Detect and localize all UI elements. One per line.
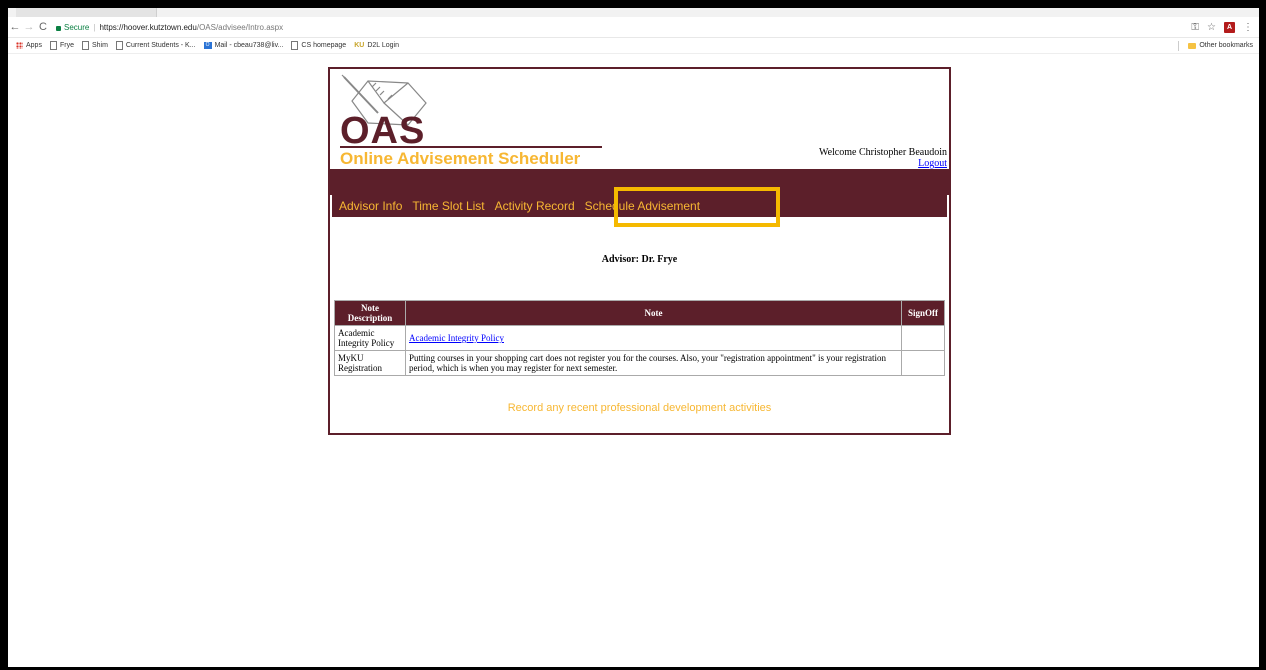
page-icon: [49, 41, 57, 50]
menu-time-slot-list[interactable]: Time Slot List: [412, 199, 484, 213]
col-signoff: SignOff: [901, 300, 945, 326]
table-header-row: Note Description Note SignOff: [334, 300, 945, 326]
bookmark-label: Shim: [91, 42, 108, 49]
forward-icon[interactable]: →: [22, 21, 36, 33]
other-bookmarks[interactable]: Other bookmarks: [1178, 40, 1259, 51]
bookmark-cs-homepage[interactable]: CS homepage: [291, 41, 346, 50]
secure-label: Secure: [64, 22, 90, 32]
reload-icon[interactable]: C: [36, 21, 50, 33]
tab-strip: [8, 8, 1259, 17]
app-subtitle: Online Advisement Scheduler: [340, 149, 581, 168]
bookmarks-bar: Apps Frye Shim Current Students - K... O…: [8, 38, 1259, 54]
apps-icon: [16, 42, 23, 49]
note-description-cell: MyKU Registration: [334, 350, 406, 376]
oas-logo-text: OAS: [340, 110, 426, 152]
pdf-extension-icon[interactable]: A: [1224, 21, 1235, 33]
bookmark-label: Apps: [26, 42, 42, 49]
bookmark-apps[interactable]: Apps: [16, 42, 42, 49]
professional-development-link[interactable]: Record any recent professional developme…: [330, 402, 949, 414]
browser-viewport: ← → C Secure | https://hoover.kutztown.e…: [8, 8, 1259, 667]
url-field[interactable]: https://hoover.kutztown.edu/OAS/advisee/…: [99, 23, 283, 32]
menu-activity-record[interactable]: Activity Record: [495, 199, 575, 213]
bookmark-label: Frye: [59, 42, 74, 49]
bookmark-label: Mail - cbeau738@liv...: [214, 42, 284, 49]
bookmark-label: D2L Login: [367, 42, 399, 49]
lock-icon: [56, 25, 61, 31]
bookmark-mail[interactable]: O Mail - cbeau738@liv...: [203, 42, 284, 49]
page-icon: [81, 41, 89, 50]
url-separator: |: [93, 22, 96, 32]
bookmark-d2l[interactable]: KU D2L Login: [354, 42, 399, 49]
welcome-text: Welcome Christopher Beaudoin: [818, 147, 947, 158]
folder-icon: [1188, 42, 1197, 49]
bookmark-frye[interactable]: Frye: [49, 41, 74, 50]
star-icon[interactable]: ☆: [1207, 22, 1216, 33]
note-description-cell: Academic Integrity Policy: [334, 325, 406, 351]
logout-link[interactable]: Logout: [918, 158, 947, 169]
welcome-block: Welcome Christopher Beaudoin Logout: [819, 147, 947, 169]
other-bookmarks-label: Other bookmarks: [1199, 42, 1253, 49]
signoff-cell: [901, 350, 945, 376]
back-icon[interactable]: ←: [8, 21, 22, 33]
bookmark-label: CS homepage: [301, 42, 347, 49]
notes-table: Note Description Note SignOff Academic I…: [334, 300, 945, 376]
page-icon: [291, 41, 299, 50]
signoff-cell: [901, 325, 945, 351]
bookmark-current-students[interactable]: Current Students - K...: [115, 41, 196, 50]
menu-icon[interactable]: ⋮: [1243, 22, 1253, 33]
bookmark-shim[interactable]: Shim: [81, 41, 108, 50]
note-cell: Academic Integrity Policy: [405, 325, 902, 351]
divider: [1178, 40, 1180, 51]
menu-advisor-info[interactable]: Advisor Info: [339, 199, 402, 213]
url-host: https://hoover.kutztown.edu: [99, 22, 197, 32]
col-note-description: Note Description: [334, 300, 406, 326]
page-icon: [115, 41, 123, 50]
toolbar-icons: ⚿ ☆ A ⋮: [1191, 21, 1259, 33]
mail-icon: O: [203, 42, 212, 49]
note-cell: Putting courses in your shopping cart do…: [405, 350, 902, 376]
url-path: /OAS/advisee/Intro.aspx: [196, 22, 284, 32]
oas-header: OAS Online Advisement Scheduler Welcome …: [330, 69, 949, 169]
table-row: MyKU Registration Putting courses in you…: [334, 350, 945, 376]
table-row: Academic Integrity Policy Academic Integ…: [334, 325, 945, 351]
highlight-box: [614, 187, 780, 227]
address-bar-row: ← → C Secure | https://hoover.kutztown.e…: [8, 17, 1259, 38]
academic-integrity-link[interactable]: Academic Integrity Policy: [409, 333, 504, 343]
col-note: Note: [405, 300, 902, 326]
secure-indicator[interactable]: Secure: [56, 23, 89, 32]
advisor-name: Advisor: Dr. Frye: [601, 254, 678, 265]
oas-container: OAS Online Advisement Scheduler Welcome …: [328, 67, 951, 435]
ku-icon: KU: [354, 42, 365, 49]
bookmark-label: Current Students - K...: [125, 42, 196, 49]
active-tab[interactable]: [16, 8, 157, 17]
logo-rule: [340, 146, 602, 148]
key-icon[interactable]: ⚿: [1191, 22, 1199, 33]
